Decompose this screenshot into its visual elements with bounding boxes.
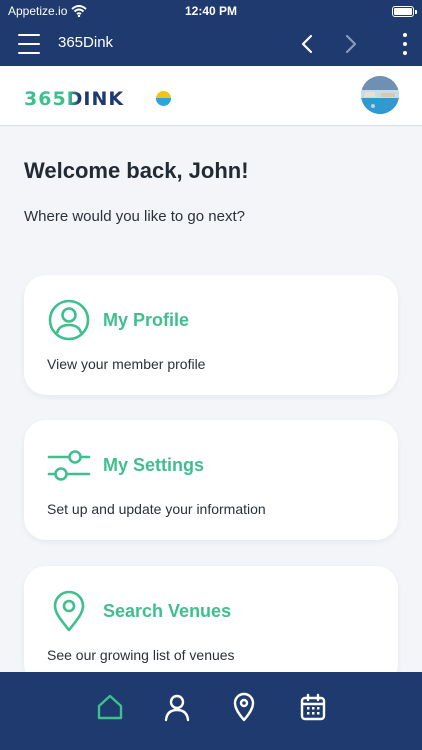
status-bar: Appetize.io 12:40 PM <box>0 0 422 22</box>
chevron-left-icon[interactable] <box>296 32 320 56</box>
tab-home[interactable] <box>95 692 125 722</box>
my-profile-card[interactable]: My Profile View your member profile <box>24 275 398 395</box>
logo-text: 365DINK <box>24 88 124 108</box>
battery-icon <box>392 6 417 17</box>
avatar[interactable] <box>361 76 399 114</box>
card-description: View your member profile <box>47 356 206 372</box>
card-description: Set up and update your information <box>47 501 266 517</box>
logo-wordmark: 365DINK <box>24 88 124 108</box>
search-venues-card[interactable]: Search Venues See our growing list of ve… <box>24 566 398 686</box>
calendar-icon <box>300 693 326 721</box>
map-pin-icon <box>233 692 255 722</box>
user-circle-icon <box>48 299 90 341</box>
site-header: 365DINK <box>0 66 422 126</box>
app-title: 365Dink <box>58 34 114 51</box>
user-icon <box>164 694 190 722</box>
tab-venues[interactable] <box>229 692 259 722</box>
logo[interactable]: 365DINK <box>24 88 171 108</box>
app-bar: 365Dink <box>0 22 422 66</box>
my-settings-card[interactable]: My Settings Set up and update your infor… <box>24 420 398 540</box>
status-time: 12:40 PM <box>184 4 238 18</box>
bottom-nav <box>0 672 422 750</box>
page-title: Welcome back, John! <box>24 158 249 183</box>
card-title: My Profile <box>103 310 190 330</box>
card-title: My Settings <box>103 455 205 475</box>
card-description: See our growing list of venues <box>47 647 235 663</box>
chevron-right-icon[interactable] <box>338 32 362 56</box>
tab-profile[interactable] <box>162 692 192 722</box>
vertical-dots-icon[interactable] <box>402 33 408 55</box>
map-pin-icon <box>53 590 85 632</box>
hamburger-menu-icon[interactable] <box>18 34 40 54</box>
sliders-icon <box>47 450 91 481</box>
home-icon <box>97 694 123 720</box>
pickleball-icon <box>156 90 171 106</box>
tab-calendar[interactable] <box>298 692 328 722</box>
card-title: Search Venues <box>103 601 232 621</box>
page-subtitle: Where would you like to go next? <box>24 208 245 225</box>
